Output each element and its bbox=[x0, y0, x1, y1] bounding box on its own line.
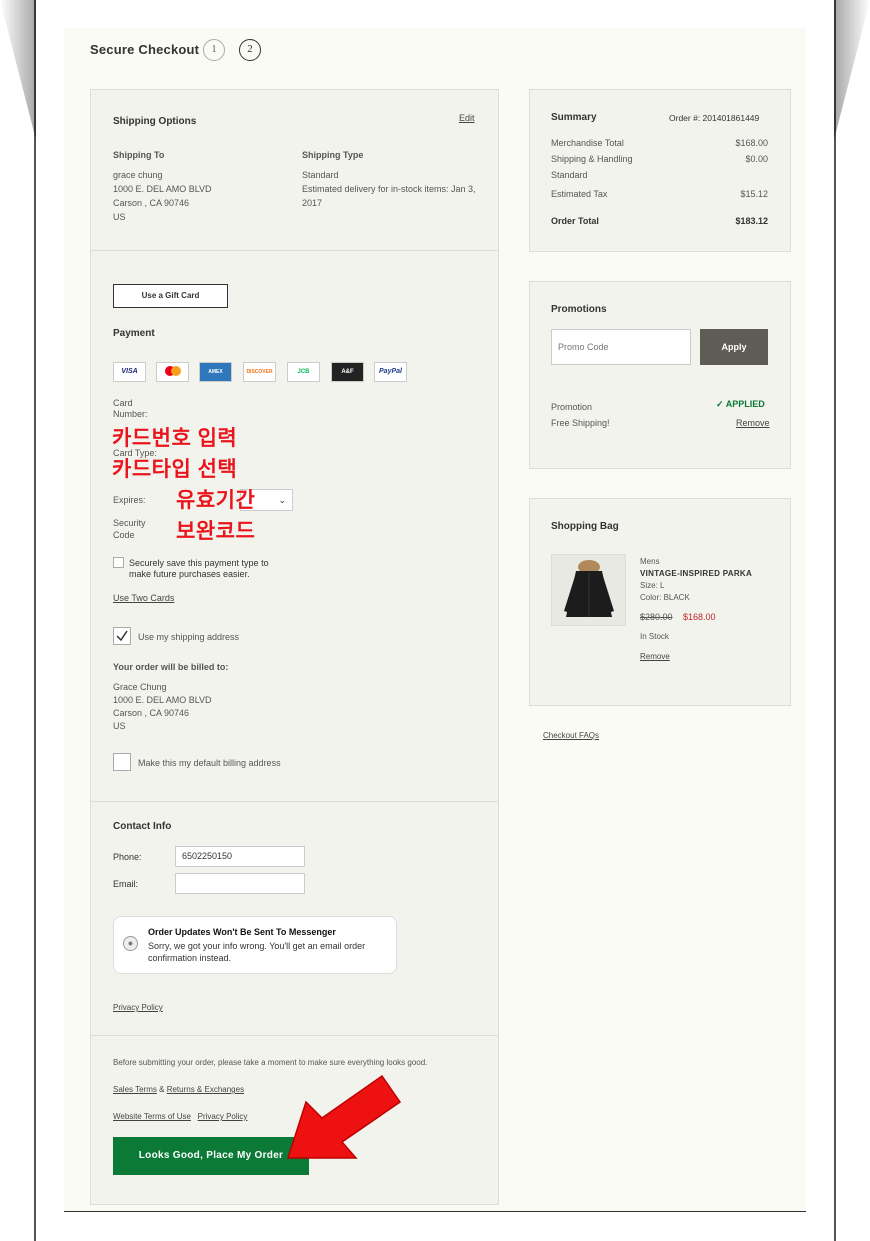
shipping-address: grace chung 1000 E. DEL AMO BLVD Carson … bbox=[113, 170, 212, 222]
use-shipping-checkbox[interactable] bbox=[113, 627, 131, 645]
legal-row: Website Terms of Use Privacy Policy bbox=[113, 1112, 247, 1121]
save-payment-text: Securely save this payment type to make … bbox=[129, 558, 269, 579]
default-billing-checkbox[interactable] bbox=[113, 753, 131, 771]
jcb-icon[interactable]: JCB bbox=[287, 362, 320, 382]
checkout-faqs-link[interactable]: Checkout FAQs bbox=[543, 731, 599, 740]
remove-promo-link[interactable]: Remove bbox=[736, 418, 770, 428]
default-billing-label: Make this my default billing address bbox=[138, 758, 281, 768]
product-name[interactable]: VINTAGE-INSPIRED PARKA bbox=[640, 569, 752, 578]
promotions-heading: Promotions bbox=[551, 304, 607, 315]
security-code-label: Security Code bbox=[113, 518, 146, 540]
shipping-to-label: Shipping To bbox=[113, 150, 165, 160]
apply-button[interactable]: Apply bbox=[700, 329, 768, 365]
card-number-label: Card Number: bbox=[113, 398, 148, 419]
shipping-type-label: Shipping Type bbox=[302, 150, 364, 160]
billed-to-heading: Your order will be billed to: bbox=[113, 662, 229, 672]
summary-heading: Summary bbox=[551, 112, 597, 123]
email-field[interactable] bbox=[175, 873, 305, 894]
summary-row-label: Merchandise Total bbox=[551, 138, 624, 148]
amex-icon[interactable]: AMEX bbox=[199, 362, 232, 382]
order-total-value: $183.12 bbox=[735, 216, 768, 226]
checkout-main-panel bbox=[90, 89, 499, 1205]
person-icon: ● bbox=[123, 936, 138, 951]
returns-link[interactable]: Returns & Exchanges bbox=[167, 1085, 244, 1094]
product-old-price: $280.00 bbox=[640, 612, 673, 622]
website-terms-link[interactable]: Website Terms of Use bbox=[113, 1112, 191, 1121]
email-label: Email: bbox=[113, 879, 139, 889]
payment-heading: Payment bbox=[113, 328, 155, 339]
terms-row: Sales Terms & Returns & Exchanges bbox=[113, 1085, 244, 1094]
page-title: Secure Checkout bbox=[90, 42, 200, 57]
shipping-type: Standard Estimated delivery for in-stock… bbox=[302, 170, 476, 208]
privacy-policy-link[interactable]: Privacy Policy bbox=[113, 1003, 163, 1012]
phone-label: Phone: bbox=[113, 852, 142, 862]
divider bbox=[90, 1035, 499, 1036]
summary-row-label: Estimated Tax bbox=[551, 189, 608, 199]
divider bbox=[90, 250, 499, 251]
parka-image bbox=[564, 560, 614, 617]
checkmark-icon: ✓ bbox=[716, 399, 724, 409]
gift-card-button[interactable]: Use a Gift Card bbox=[113, 284, 228, 308]
use-two-cards-link[interactable]: Use Two Cards bbox=[113, 593, 174, 603]
summary-row-value: $15.12 bbox=[740, 189, 768, 199]
expires-label: Expires: bbox=[113, 495, 146, 505]
visa-icon[interactable]: VISA bbox=[113, 362, 146, 382]
phone-field[interactable]: 6502250150 bbox=[175, 846, 305, 867]
edit-shipping-link[interactable]: Edit bbox=[459, 113, 475, 123]
sales-terms-link[interactable]: Sales Terms bbox=[113, 1085, 157, 1094]
step-2: 2 bbox=[239, 39, 261, 61]
summary-row-label: Shipping & Handling bbox=[551, 154, 633, 164]
product-category: Mens bbox=[640, 557, 660, 566]
summary-row-value: $168.00 bbox=[735, 138, 768, 148]
remove-item-link[interactable]: Remove bbox=[640, 652, 670, 661]
use-shipping-label: Use my shipping address bbox=[138, 632, 240, 642]
af-card-icon[interactable]: A&F bbox=[331, 362, 364, 382]
checkmark-icon bbox=[116, 630, 128, 642]
annotation-expires: 유효기간 bbox=[176, 489, 256, 512]
notice-body: Sorry, we got your info wrong. You'll ge… bbox=[148, 941, 366, 963]
promo-code-input[interactable] bbox=[551, 329, 691, 365]
order-number: Order #: 201401861449 bbox=[669, 113, 760, 123]
place-order-button[interactable]: Looks Good, Place My Order bbox=[113, 1137, 309, 1175]
summary-row-value: $0.00 bbox=[745, 154, 768, 164]
product-price: $168.00 bbox=[683, 612, 716, 622]
messenger-notice: ● Order Updates Won't Be Sent To Messeng… bbox=[113, 916, 397, 974]
product-color: Color: BLACK bbox=[640, 593, 690, 602]
chevron-down-icon: ⌄ bbox=[278, 495, 286, 505]
annotation-security: 보완코드 bbox=[176, 520, 256, 543]
product-image[interactable] bbox=[551, 554, 626, 626]
promotion-name: Free Shipping! bbox=[551, 418, 610, 428]
billing-address: Grace Chung 1000 E. DEL AMO BLVD Carson … bbox=[113, 682, 212, 731]
notice-title: Order Updates Won't Be Sent To Messenger bbox=[148, 927, 336, 937]
page-curl-shadow-right bbox=[834, 0, 870, 140]
discover-icon[interactable]: DISCOVER bbox=[243, 362, 276, 382]
privacy-policy-link-2[interactable]: Privacy Policy bbox=[198, 1112, 248, 1121]
summary-row-label: Standard bbox=[551, 170, 588, 180]
stock-status: In Stock bbox=[640, 632, 669, 641]
promotion-label: Promotion bbox=[551, 402, 593, 412]
product-size: Size: L bbox=[640, 581, 665, 590]
shipping-heading: Shipping Options bbox=[113, 116, 197, 127]
save-payment-checkbox[interactable] bbox=[113, 557, 124, 568]
page-curl-shadow-left bbox=[0, 0, 36, 140]
shopping-bag-heading: Shopping Bag bbox=[551, 521, 619, 532]
ampersand: & bbox=[159, 1085, 165, 1094]
annotation-card-type: 카드타입 선택 bbox=[112, 458, 238, 481]
mastercard-icon[interactable] bbox=[156, 362, 189, 382]
paypal-icon[interactable]: PayPal bbox=[374, 362, 407, 382]
contact-heading: Contact Info bbox=[113, 821, 172, 832]
divider bbox=[90, 801, 499, 802]
applied-status: ✓ APPLIED bbox=[716, 399, 765, 409]
annotation-card-number: 카드번호 입력 bbox=[112, 427, 238, 450]
step-1[interactable]: 1 bbox=[203, 39, 225, 61]
red-arrow-icon bbox=[286, 1074, 402, 1159]
order-total-label: Order Total bbox=[551, 216, 599, 226]
submit-note: Before submitting your order, please tak… bbox=[113, 1058, 428, 1067]
